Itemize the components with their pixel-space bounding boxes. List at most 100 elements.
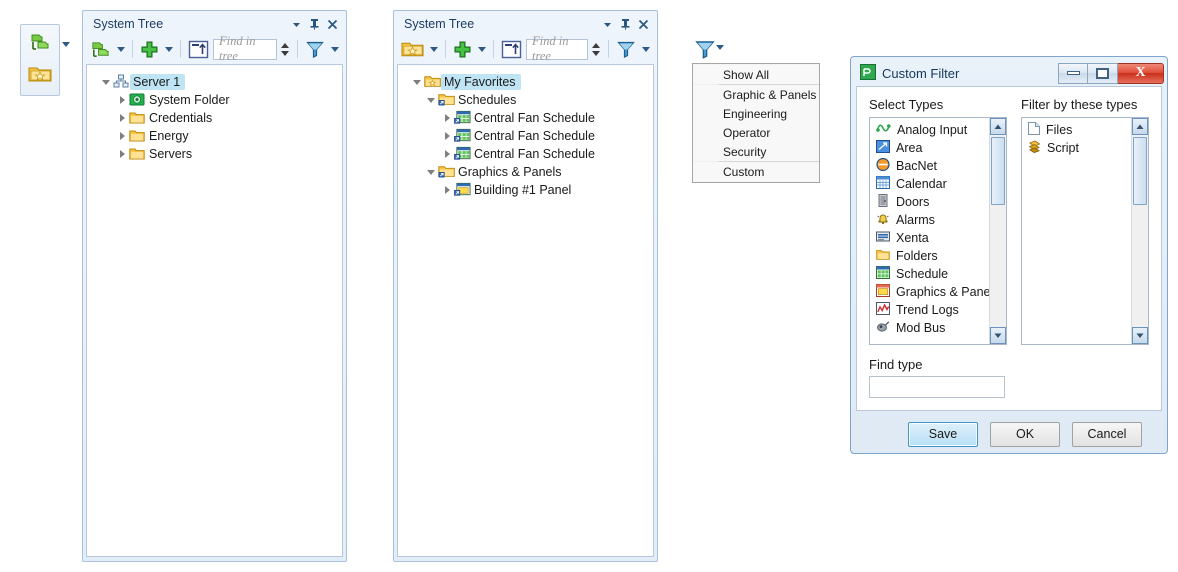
pin-icon[interactable] [306, 16, 322, 32]
twisty-collapsed[interactable] [115, 132, 129, 140]
scrollbar-thumb[interactable] [1133, 137, 1147, 205]
add-plus-icon[interactable] [137, 37, 162, 61]
list-item[interactable]: Doors [870, 193, 989, 211]
menu-item-show-all[interactable]: Show All [693, 65, 819, 84]
favorites-view-button[interactable] [398, 37, 427, 61]
tree-item-label[interactable]: Building #1 Panel [471, 182, 576, 198]
view-dropdown-arrow[interactable] [117, 46, 125, 52]
filter-dropdown-arrow[interactable] [642, 46, 650, 52]
find-input[interactable]: Find in tree [526, 34, 588, 63]
close-icon[interactable]: X [1118, 62, 1164, 84]
tree-item-label[interactable]: Central Fan Schedule [471, 128, 600, 144]
tree-item-label[interactable]: Servers [146, 146, 197, 162]
panel-menu-button[interactable] [599, 16, 615, 32]
tree-item-label[interactable]: My Favorites [441, 74, 521, 90]
funnel-filter-icon[interactable] [694, 41, 716, 64]
funnel-filter-icon[interactable] [302, 37, 328, 61]
floating-view-toolbar[interactable] [20, 24, 60, 96]
list-item[interactable]: Script [1022, 139, 1131, 157]
tree-row[interactable]: Energy [91, 127, 338, 145]
tree-row[interactable]: Central Fan Schedule [402, 127, 649, 145]
tree-row[interactable]: Credentials [91, 109, 338, 127]
close-icon[interactable] [635, 16, 651, 32]
twisty-collapsed[interactable] [440, 150, 454, 158]
list-item[interactable]: Trend Logs [870, 301, 989, 319]
tree-row[interactable]: Server 1 [91, 73, 338, 91]
filter-menu-trigger[interactable] [694, 38, 724, 65]
list-item[interactable]: Folders [870, 247, 989, 265]
select-types-listbox[interactable]: Analog Input Area BacNet Calendar Doors … [869, 117, 1007, 345]
list-item[interactable]: Files [1022, 121, 1131, 139]
filter-menu-caret[interactable] [716, 45, 724, 50]
twisty-collapsed[interactable] [115, 96, 129, 104]
list-item[interactable]: Graphics & Panels [870, 283, 989, 301]
tree-row[interactable]: Servers [91, 145, 338, 163]
tree-row[interactable]: Central Fan Schedule [402, 145, 649, 163]
tree-item-label[interactable]: Central Fan Schedule [471, 110, 600, 126]
twisty-collapsed[interactable] [115, 114, 129, 122]
tree-row[interactable]: Schedules [402, 91, 649, 109]
tree-item-label[interactable]: Energy [146, 128, 194, 144]
expand-up-icon[interactable] [498, 37, 525, 61]
scroll-up-button[interactable] [1132, 118, 1148, 135]
menu-item-operator[interactable]: Operator [693, 123, 819, 142]
tree-item-label[interactable]: Central Fan Schedule [471, 146, 600, 162]
dialog-title-bar[interactable]: Custom Filter X [854, 60, 1164, 86]
tree-row[interactable]: Central Fan Schedule [402, 109, 649, 127]
twisty-collapsed[interactable] [115, 150, 129, 158]
find-type-input[interactable] [869, 376, 1005, 398]
twisty-collapsed[interactable] [440, 132, 454, 140]
filter-dropdown-menu[interactable]: Show All Graphic & Panels Engineering Op… [692, 63, 820, 183]
maximize-icon[interactable] [1088, 62, 1118, 84]
twisty-collapsed[interactable] [440, 114, 454, 122]
floating-toolbar-dropdown-arrow[interactable] [62, 42, 70, 47]
list-item[interactable]: BacNet [870, 157, 989, 175]
menu-item-graphic-panels[interactable]: Graphic & Panels [693, 85, 819, 104]
tree-row[interactable]: My Favorites [402, 73, 649, 91]
system-tree-content-2[interactable]: My Favorites Schedules Central Fan Sched… [397, 64, 654, 557]
find-spinner[interactable] [589, 39, 602, 60]
menu-item-engineering[interactable]: Engineering [693, 104, 819, 123]
menu-item-custom[interactable]: Custom [693, 162, 819, 181]
list-item[interactable]: Mod Bus [870, 319, 989, 337]
panel-menu-button[interactable] [288, 16, 304, 32]
add-plus-icon[interactable] [450, 37, 475, 61]
find-input[interactable]: Find in tree [213, 34, 277, 63]
tree-item-label[interactable]: Schedules [455, 92, 521, 108]
tree-item-label[interactable]: System Folder [146, 92, 235, 108]
filter-types-scrollbar[interactable] [1131, 118, 1148, 344]
list-item[interactable]: Alarms [870, 211, 989, 229]
list-item[interactable]: Area [870, 139, 989, 157]
list-item[interactable]: Calendar [870, 175, 989, 193]
twisty-expanded[interactable] [99, 79, 113, 85]
ok-button[interactable]: OK [990, 421, 1060, 447]
expand-up-icon[interactable] [185, 37, 212, 61]
list-item[interactable]: Xenta [870, 229, 989, 247]
twisty-expanded[interactable] [424, 97, 438, 103]
twisty-expanded[interactable] [410, 79, 424, 85]
scrollbar-thumb[interactable] [991, 137, 1005, 205]
system-tree-view-button[interactable] [87, 37, 114, 61]
system-tree-content-1[interactable]: Server 1 System Folder Credentials Energ… [86, 64, 343, 557]
system-tree-icon[interactable] [29, 31, 51, 58]
tree-item-label[interactable]: Credentials [146, 110, 217, 126]
cancel-button[interactable]: Cancel [1072, 421, 1142, 447]
list-item[interactable]: Analog Input [870, 121, 989, 139]
tree-item-label[interactable]: Server 1 [130, 74, 186, 90]
save-button[interactable]: Save [908, 421, 978, 447]
tree-row[interactable]: Graphics & Panels [402, 163, 649, 181]
scroll-down-button[interactable] [990, 327, 1006, 344]
select-types-scrollbar[interactable] [989, 118, 1006, 344]
funnel-filter-icon[interactable] [613, 37, 639, 61]
filter-by-types-listbox[interactable]: Files Script [1021, 117, 1149, 345]
favorites-folder-icon[interactable] [28, 64, 52, 89]
add-dropdown-arrow[interactable] [478, 46, 486, 52]
close-icon[interactable] [324, 16, 340, 32]
pin-icon[interactable] [617, 16, 633, 32]
find-spinner[interactable] [278, 39, 291, 60]
list-item[interactable]: Schedule [870, 265, 989, 283]
tree-item-label[interactable]: Graphics & Panels [455, 164, 567, 180]
tree-row[interactable]: System Folder [91, 91, 338, 109]
twisty-collapsed[interactable] [440, 186, 454, 194]
add-dropdown-arrow[interactable] [165, 46, 173, 52]
